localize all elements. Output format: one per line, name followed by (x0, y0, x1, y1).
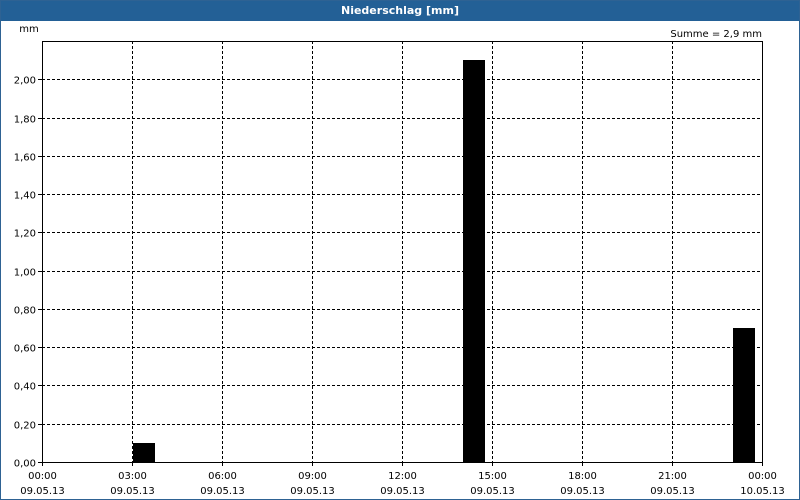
sum-annotation: Summe = 2,9 mm (670, 29, 762, 40)
y-tick-label: 1,80 (14, 115, 36, 126)
x-tick-time-label: 21:00 (658, 471, 687, 482)
x-tick-date-label: 09.05.13 (20, 486, 65, 497)
x-tick-date-label: 09.05.13 (380, 486, 425, 497)
x-tick-date-label: 09.05.13 (290, 486, 335, 497)
y-tick-label: 2,00 (14, 76, 36, 87)
y-tick-label: 1,60 (14, 153, 36, 164)
window-title: Niederschlag [mm] (1, 1, 799, 21)
y-axis-label: mm (19, 24, 38, 35)
x-tick-time-label: 12:00 (388, 471, 417, 482)
y-tick-label: 0,40 (14, 382, 36, 393)
y-tick-label: 0,20 (14, 421, 36, 432)
x-tick-date-label: 09.05.13 (470, 486, 515, 497)
x-tick-date-label: 09.05.13 (650, 486, 695, 497)
precipitation-chart: 0,00 0,20 0,40 0,60 0,80 1,00 1,20 1,40 1,60 1,80… (14, 24, 785, 497)
precipitation-bar (463, 60, 485, 462)
x-tick-time-label: 18:00 (568, 471, 597, 482)
precipitation-bar (733, 328, 755, 462)
x-tick-date-label: 09.05.13 (560, 486, 605, 497)
x-tick-time-label: 09:00 (298, 471, 327, 482)
y-tick-label: 0,60 (14, 344, 36, 355)
y-tick-label: 0,80 (14, 306, 36, 317)
precipitation-bar (133, 443, 155, 462)
chart-window: Niederschlag [mm] 0,00 0,20 0,40 0,60 0,80 1,… (0, 0, 800, 500)
x-tick-time-label: 06:00 (208, 471, 237, 482)
y-tick-label: 0,00 (14, 459, 36, 470)
grid (42, 41, 762, 462)
x-tick-time-label: 00:00 (28, 471, 57, 482)
y-tick-label: 1,40 (14, 191, 36, 202)
x-tick-date-label: 09.05.13 (200, 486, 245, 497)
x-tick-time-label: 03:00 (118, 471, 147, 482)
bars (133, 60, 755, 462)
x-tick-date-label: 09.05.13 (110, 486, 155, 497)
x-axis-ticks: 00:00 09.05.13 03:00 09.05.13 06:00 09.05.13 0… (20, 462, 785, 497)
x-tick-time-label: 15:00 (478, 471, 507, 482)
x-tick-date-label: 10.05.13 (740, 486, 785, 497)
x-tick-time-label: 00:00 (748, 471, 777, 482)
y-tick-label: 1,00 (14, 268, 36, 279)
y-axis-ticks: 0,00 0,20 0,40 0,60 0,80 1,00 1,20 1,40 1,60 1,80… (14, 76, 42, 470)
y-tick-label: 1,20 (14, 229, 36, 240)
